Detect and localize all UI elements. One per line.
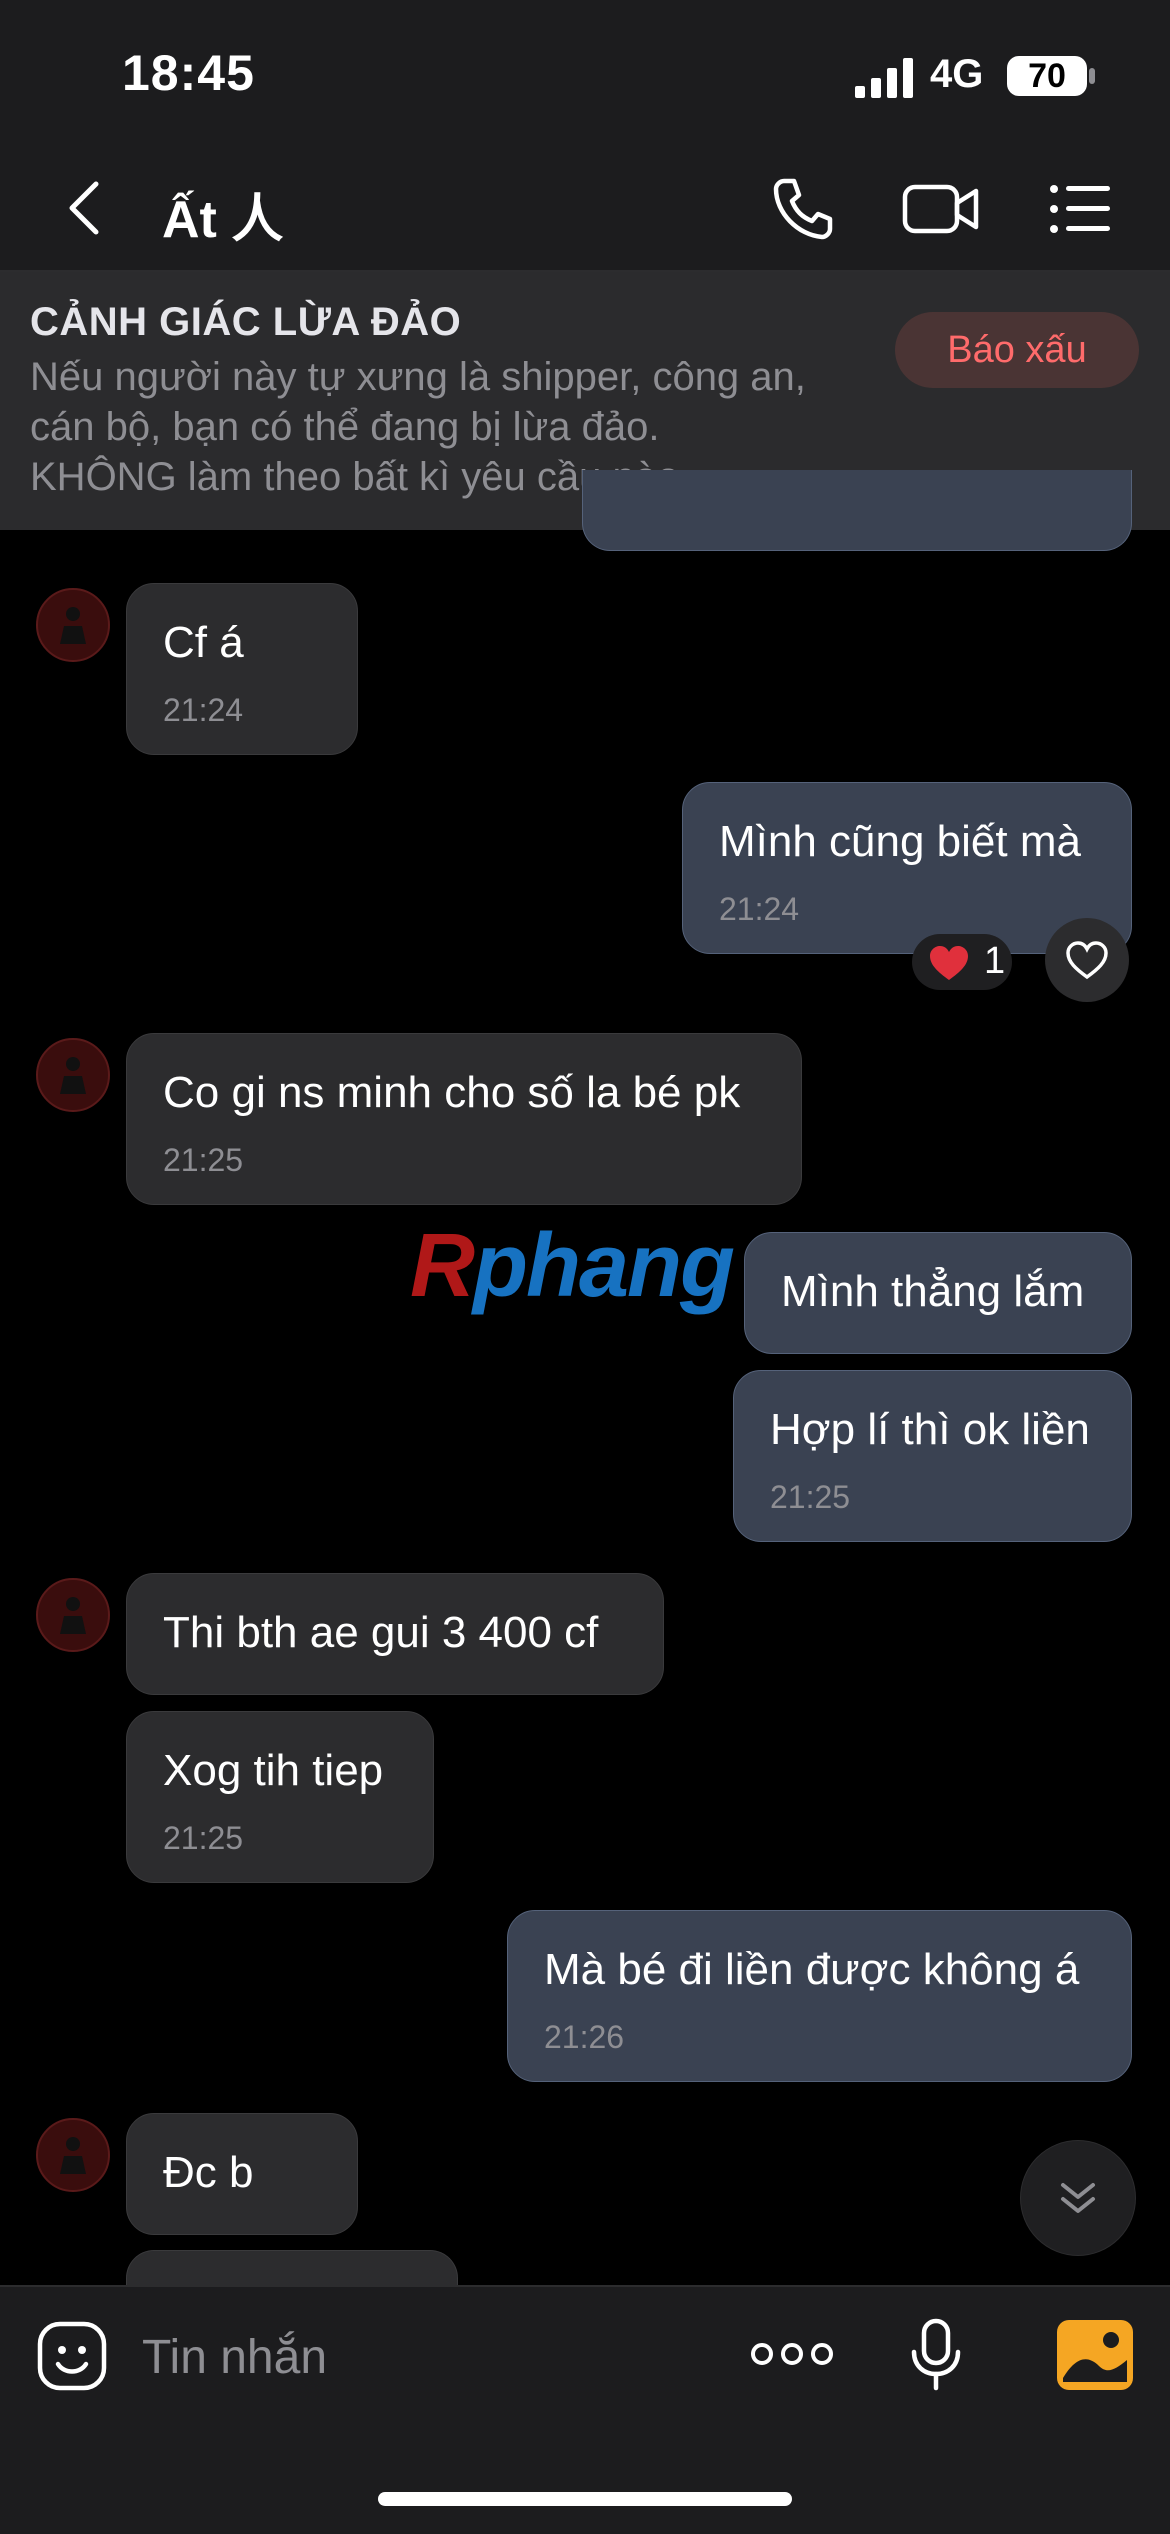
message-bubble-outgoing[interactable]: Mình thẳng lắm	[744, 1232, 1132, 1354]
phone-icon[interactable]	[770, 175, 834, 243]
signal-icon	[855, 58, 913, 98]
heart-outline-icon	[1066, 941, 1108, 980]
message-bubble-outgoing[interactable]: Mà bé đi liền được không á 21:26	[507, 1910, 1132, 2082]
message-bubble-incoming[interactable]: Xog tih tiep 21:25	[126, 1711, 434, 1883]
message-bubble-incoming[interactable]: Cf á 21:24	[126, 583, 358, 755]
message-bubble-incoming[interactable]: Đc b	[126, 2113, 358, 2235]
warning-title: CẢNH GIÁC LỪA ĐẢO	[30, 300, 462, 344]
message-bubble-outgoing[interactable]: Hợp lí thì ok liền 21:25	[733, 1370, 1132, 1542]
message-input[interactable]: Tin nhắn	[142, 2330, 327, 2385]
menu-list-icon[interactable]	[1048, 175, 1112, 243]
message-text: Xog tih tiep	[163, 1746, 384, 1795]
more-icon[interactable]	[750, 2338, 834, 2370]
network-type: 4G	[930, 52, 984, 96]
message-time: 21:25	[163, 1142, 244, 1178]
heart-reaction-icon	[930, 946, 968, 980]
contact-name[interactable]: Ất 人	[162, 177, 283, 252]
message-text: Cf á	[163, 618, 244, 667]
avatar[interactable]	[36, 588, 110, 662]
message-text: Co gi ns minh cho số la bé pk	[163, 1068, 741, 1117]
back-icon[interactable]	[62, 178, 106, 238]
battery-tip	[1089, 68, 1095, 84]
message-time: 21:25	[163, 1820, 244, 1856]
watermark-logo: Rphang	[410, 1216, 735, 1316]
message-text: Mà bé đi liền được không á	[544, 1945, 1080, 1994]
reaction-count: 1	[984, 940, 1006, 982]
avatar[interactable]	[36, 1578, 110, 1652]
microphone-icon[interactable]	[910, 2318, 962, 2392]
battery-icon: 70	[1007, 56, 1087, 96]
message-text: Đc b	[163, 2148, 254, 2197]
message-text: Hợp lí thì ok liền	[770, 1405, 1090, 1454]
message-time: 21:24	[719, 891, 800, 927]
message-time: 21:24	[163, 692, 244, 728]
avatar[interactable]	[36, 2118, 110, 2192]
message-text: Mình thẳng lắm	[781, 1267, 1085, 1316]
message-text: Mình cũng biết mà	[719, 817, 1081, 866]
message-bubble-incoming[interactable]: Thi bth ae gui 3 400 cf	[126, 1573, 664, 1695]
video-call-icon[interactable]	[902, 175, 980, 243]
sticker-icon[interactable]	[36, 2320, 108, 2392]
double-chevron-down-icon	[1061, 2183, 1095, 2213]
message-bubble-incoming[interactable]: Co gi ns minh cho số la bé pk 21:25	[126, 1033, 802, 1205]
react-button[interactable]	[1045, 918, 1129, 1002]
message-bubble-partial[interactable]	[582, 470, 1132, 551]
report-button[interactable]: Báo xấu	[895, 312, 1139, 388]
warning-line: Nếu người này tự xưng là shipper, công a…	[30, 355, 806, 399]
scroll-to-bottom-button[interactable]	[1020, 2140, 1136, 2256]
home-indicator	[378, 2492, 792, 2506]
avatar[interactable]	[36, 1038, 110, 1112]
status-time: 18:45	[122, 45, 255, 101]
message-text: Thi bth ae gui 3 400 cf	[163, 1608, 599, 1657]
warning-line: cán bộ, bạn có thể đang bị lừa đảo.	[30, 405, 660, 449]
message-time: 21:25	[770, 1479, 851, 1515]
message-time: 21:26	[544, 2019, 625, 2055]
gallery-icon[interactable]	[1057, 2320, 1133, 2390]
